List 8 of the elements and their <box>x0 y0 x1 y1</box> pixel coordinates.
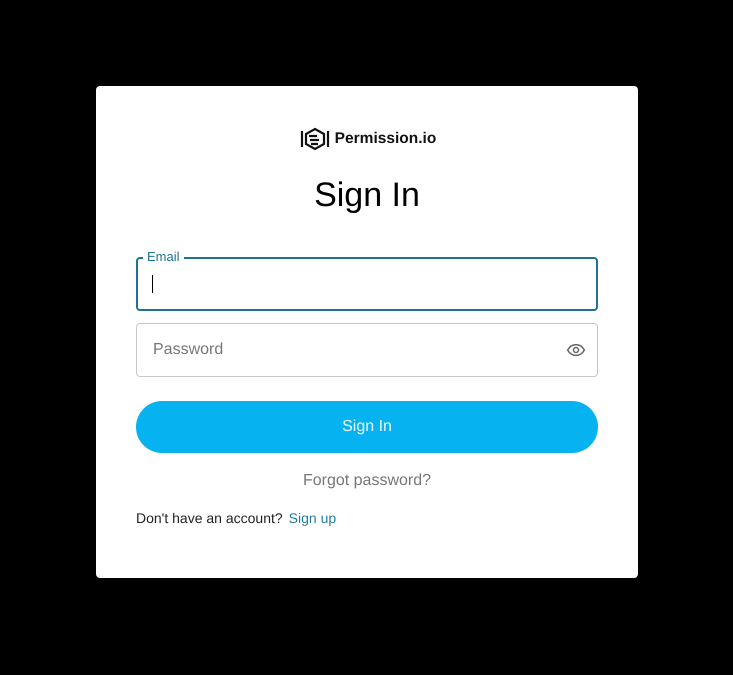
sign-up-link[interactable]: Sign up <box>288 510 336 526</box>
email-label: Email <box>143 249 184 264</box>
page-title: Sign In <box>313 175 421 215</box>
signup-prompt: Don't have an account? <box>136 510 283 526</box>
password-field[interactable]: Password <box>136 323 598 377</box>
logo-text: Permission.io <box>334 130 436 148</box>
text-cursor <box>152 275 153 293</box>
forgot-password-link[interactable]: Forgot password? <box>302 472 432 490</box>
